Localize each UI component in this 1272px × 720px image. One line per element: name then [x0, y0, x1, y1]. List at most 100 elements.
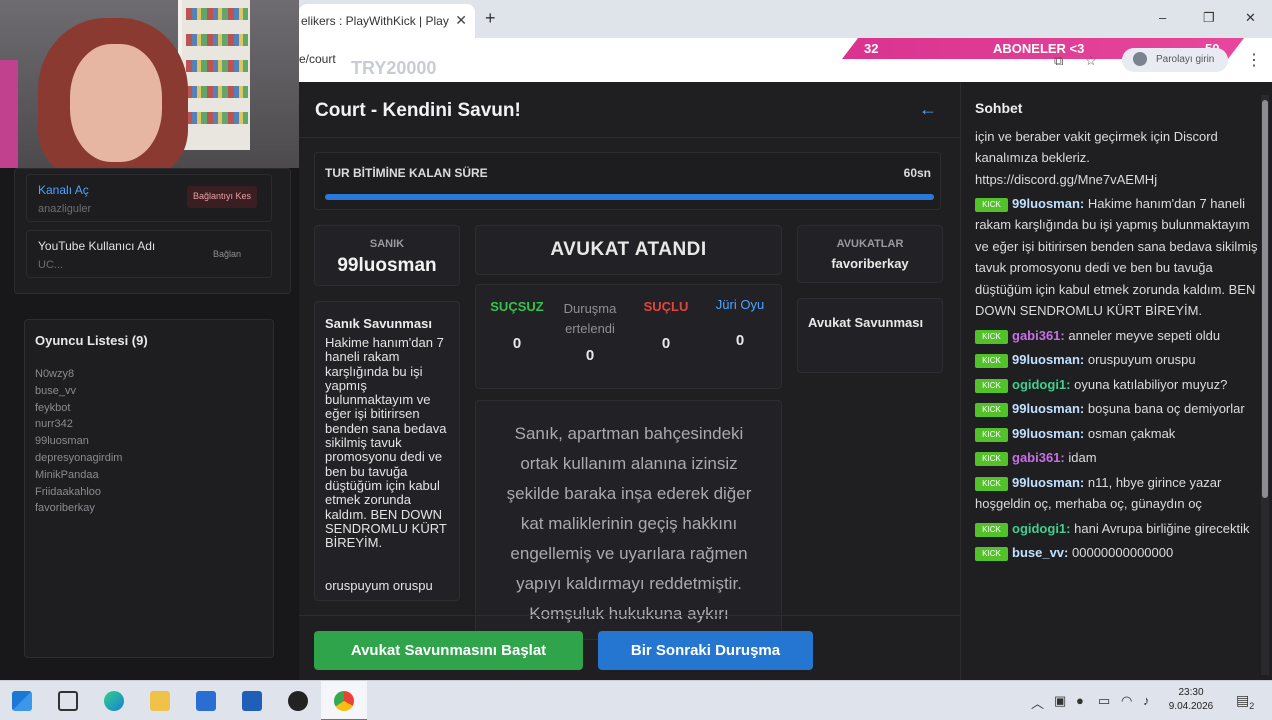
youtube-username-title: YouTube Kullanıcı Adı	[38, 239, 156, 253]
tray-app-icon[interactable]: ▣	[1054, 693, 1066, 709]
store-icon[interactable]	[196, 691, 216, 711]
player-list-items: N0wzy8 buse_vv feykbot nurr342 99luosman depr…	[35, 366, 122, 517]
chrome-icon[interactable]	[334, 691, 354, 711]
bookmark-star-icon[interactable]: ☆	[1085, 53, 1097, 69]
vote-innocent[interactable]: SUÇSUZ 0	[482, 299, 552, 352]
back-arrow-icon[interactable]: ←	[919, 99, 937, 120]
player-list-item: buse_vv	[35, 384, 76, 397]
player-list-item: Friidaakahloo	[35, 485, 102, 498]
file-explorer-icon[interactable]	[150, 691, 170, 711]
obs-icon[interactable]	[288, 691, 308, 711]
tray-chevron-icon[interactable]: ︿	[1031, 693, 1044, 712]
kick-badge: KICK	[975, 427, 1008, 442]
close-tab-icon[interactable]: ✕	[455, 12, 467, 29]
kick-channel-row: Kanalı Aç anazliguler Bağlantıyı Kes	[26, 174, 272, 222]
maximize-button[interactable]: ❐	[1203, 10, 1215, 26]
player-list: Oyuncu Listesi (9) N0wzy8 buse_vv feykbot n…	[24, 319, 274, 658]
new-tab-button[interactable]: +	[485, 8, 496, 29]
chat-text: boşuna bana oç demiyorlar	[1087, 401, 1245, 417]
vote-innocent-count: 0	[512, 335, 522, 352]
chat-username[interactable]: 99luosman:	[1012, 401, 1084, 416]
translate-icon[interactable]: ⧉	[1054, 53, 1063, 69]
defendant-defense-card: Sanık Savunması Hakime hanım'dan 7 hanel…	[314, 301, 460, 601]
player-list-item: 99luosman	[35, 435, 89, 448]
votes-card: SUÇSUZ 0 Duruşma ertelendi 0 SUÇLU 0 Jür…	[475, 284, 782, 389]
chat-message: KICK gabi361: idam	[975, 447, 1261, 469]
defense-text: Hakime hanım'dan 7 haneli rakam karşlığı…	[325, 335, 447, 551]
disconnect-button[interactable]: Bağlantıyı Kes	[186, 186, 257, 208]
subscriber-goal-label: ABONELER <3	[993, 41, 1085, 56]
chat-username[interactable]: gabi361:	[1012, 328, 1065, 343]
chat-text: oruspuyum oruspu	[1087, 352, 1196, 368]
chat-username[interactable]: 99luosman:	[1012, 475, 1084, 490]
chat-text: anneler meyve sepeti oldu	[1068, 327, 1221, 343]
player-list-item: favoriberkay	[35, 502, 95, 515]
timer-progress-fill	[325, 194, 934, 200]
kick-badge: KICK	[975, 197, 1008, 212]
url-text[interactable]: e/court	[299, 52, 336, 66]
vote-jury-count: 0	[735, 332, 745, 349]
lawyer-defense-title: Avukat Savunması	[808, 315, 924, 330]
chat-username[interactable]: ogidogi1:	[1012, 377, 1071, 392]
browser-menu-icon[interactable]: ⋮	[1246, 50, 1262, 70]
chat-panel: Sohbet için ve beraber vakit geçirmek iç…	[960, 82, 1272, 680]
close-window-button[interactable]: ✕	[1245, 10, 1256, 26]
chat-text: 00000000000000	[1072, 545, 1174, 561]
vote-jury[interactable]: Jüri Oyu 0	[705, 297, 775, 349]
subscriber-current-count: 32	[864, 41, 879, 56]
defense-title: Sanık Savunması	[325, 316, 432, 331]
chat-message: KICK 99luosman: n11, hbye girince yazar h…	[975, 472, 1261, 515]
chat-username[interactable]: buse_vv:	[1012, 545, 1068, 560]
chat-username[interactable]: 99luosman:	[1012, 196, 1084, 211]
start-lawyer-defense-button[interactable]: Avukat Savunmasını Başlat	[314, 631, 583, 670]
page-title: Court - Kendini Savun!	[315, 100, 521, 121]
chat-username[interactable]: 99luosman:	[1012, 426, 1084, 441]
vote-guilty[interactable]: SUÇLU 0	[631, 299, 701, 352]
outlook-icon[interactable]	[242, 691, 262, 711]
player-list-title: Oyuncu Listesi (9)	[35, 333, 148, 348]
youtube-username-input[interactable]: UC...	[38, 259, 63, 271]
kick-badge: KICK	[975, 452, 1008, 467]
wifi-icon[interactable]: ◠	[1121, 693, 1132, 709]
left-sidebar: Kanalı Aç anazliguler Bağlantıyı Kes You…	[0, 168, 299, 680]
connect-button[interactable]: Bağlan	[213, 249, 241, 259]
court-panel: Court - Kendini Savun! ← TUR BİTİMİNE KA…	[299, 82, 960, 680]
microphone-icon[interactable]: ●	[1076, 693, 1084, 708]
minimize-button[interactable]: –	[1159, 10, 1166, 25]
vote-guilty-count: 0	[661, 335, 671, 352]
player-list-item: depresyonagirdim	[35, 451, 123, 464]
youtube-username-row: YouTube Kullanıcı Adı UC... Bağlan	[26, 230, 272, 278]
chat-text: osman çakmak	[1087, 425, 1176, 441]
notification-icon[interactable]: ▤2	[1236, 692, 1254, 711]
edge-icon[interactable]	[104, 691, 124, 711]
chat-username[interactable]: 99luosman:	[1012, 352, 1084, 367]
browser-tab-bar: elikers : PlayWithKick | Play ✕ + – ❐ ✕	[299, 0, 1272, 38]
clock-date: 9.04.2026	[1168, 701, 1214, 712]
vote-postponed-count: 0	[585, 347, 595, 364]
player-list-item: feykbot	[35, 401, 71, 414]
webcam-bookshelf	[178, 0, 250, 150]
chat-title: Sohbet	[975, 100, 1023, 116]
task-view-icon[interactable]	[58, 691, 78, 711]
player-list-item: nurr342	[35, 418, 73, 431]
chat-username[interactable]: ogidogi1:	[1012, 521, 1071, 536]
lawyer-status: AVUKAT ATANDI	[550, 239, 707, 260]
battery-icon[interactable]: ▭	[1098, 693, 1110, 709]
chat-scroll-thumb[interactable]	[1262, 100, 1268, 498]
timer-progress-track	[325, 194, 934, 200]
volume-icon[interactable]: ♪	[1143, 693, 1150, 708]
chat-username[interactable]: gabi361:	[1012, 450, 1065, 465]
webcam-overlay	[0, 0, 299, 168]
taskbar-clock[interactable]: 23:30 9.04.2026	[1164, 686, 1218, 714]
chat-messages: için ve beraber vakit geçirmek için Disc…	[975, 126, 1261, 564]
tab-title: elikers : PlayWithKick | Play	[301, 14, 449, 28]
lawyer-status-card: AVUKAT ATANDI	[475, 225, 782, 275]
windows-start-icon[interactable]	[12, 691, 32, 711]
next-trial-button[interactable]: Bir Sonraki Duruşma	[598, 631, 813, 670]
vote-postponed-label: Duruşma ertelendi	[563, 301, 617, 336]
lawyers-card: AVUKATLAR favoriberkay	[797, 225, 943, 283]
kick-badge: KICK	[975, 476, 1008, 491]
browser-tab[interactable]: elikers : PlayWithKick | Play ✕	[299, 4, 475, 38]
vote-postponed[interactable]: Duruşma ertelendi 0	[555, 299, 625, 364]
chat-message: KICK buse_vv: 00000000000000	[975, 542, 1261, 564]
